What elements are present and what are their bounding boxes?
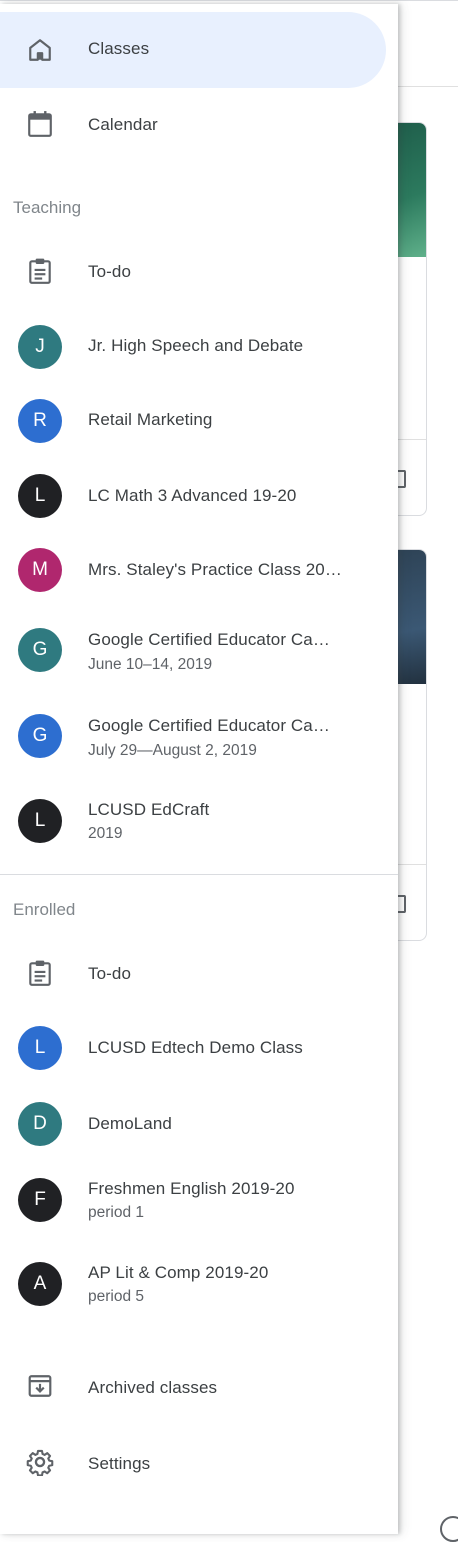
nav-item-settings[interactable]: Settings xyxy=(0,1426,386,1500)
nav-item-class[interactable]: G Google Certified Educator Ca… July 29—… xyxy=(0,694,386,780)
class-avatar: L xyxy=(18,474,62,518)
class-avatar: J xyxy=(18,325,62,369)
nav-item-label: Calendar xyxy=(88,115,158,134)
class-avatar: R xyxy=(18,399,62,443)
nav-item-teaching-todo[interactable]: To-do xyxy=(0,234,386,308)
nav-item-class[interactable]: L LCUSD Edtech Demo Class xyxy=(0,1012,386,1086)
nav-item-label: Settings xyxy=(88,1454,151,1473)
class-avatar: F xyxy=(18,1178,62,1222)
gear-icon xyxy=(18,1440,62,1484)
class-name: Mrs. Staley's Practice Class 20… xyxy=(88,560,342,579)
class-avatar: A xyxy=(18,1262,62,1306)
nav-item-classes[interactable]: Classes xyxy=(0,12,386,88)
nav-item-class[interactable]: L LCUSD EdCraft 2019 xyxy=(0,780,386,866)
nav-item-class[interactable]: M Mrs. Staley's Practice Class 20… xyxy=(0,534,386,608)
class-section: 2019 xyxy=(88,825,123,842)
nav-item-calendar[interactable]: Calendar xyxy=(0,88,386,164)
class-name: AP Lit & Comp 2019-20 xyxy=(88,1263,269,1282)
class-name: Freshmen English 2019-20 xyxy=(88,1179,295,1198)
class-avatar: L xyxy=(18,1026,62,1070)
nav-item-enrolled-todo[interactable]: To-do xyxy=(0,936,386,1010)
home-icon xyxy=(18,28,62,72)
class-name: LC Math 3 Advanced 19-20 xyxy=(88,486,297,505)
nav-item-label: Archived classes xyxy=(88,1378,218,1397)
nav-item-label: To-do xyxy=(88,964,132,983)
nav-item-label: To-do xyxy=(88,262,132,281)
section-title-teaching: Teaching xyxy=(13,198,82,217)
nav-item-label: Classes xyxy=(88,39,150,58)
nav-item-class[interactable]: R Retail Marketing xyxy=(0,384,386,458)
clipboard-icon xyxy=(18,951,62,995)
nav-item-class[interactable]: D DemoLand xyxy=(0,1088,386,1162)
class-avatar: G xyxy=(18,628,62,672)
nav-item-archived-classes[interactable]: Archived classes xyxy=(0,1350,386,1424)
nav-item-class[interactable]: F Freshmen English 2019-20 period 1 xyxy=(0,1162,386,1246)
class-name: Google Certified Educator Ca… xyxy=(88,716,330,735)
class-name: DemoLand xyxy=(88,1114,172,1133)
calendar-icon xyxy=(18,102,62,146)
section-divider xyxy=(0,874,398,875)
class-name: Retail Marketing xyxy=(88,410,213,429)
nav-item-class[interactable]: G Google Certified Educator Ca… June 10–… xyxy=(0,608,386,694)
page-top-border xyxy=(0,0,458,1)
class-name: LCUSD Edtech Demo Class xyxy=(88,1038,303,1057)
nav-item-class[interactable]: J Jr. High Speech and Debate xyxy=(0,310,386,384)
clipboard-icon xyxy=(18,249,62,293)
help-icon[interactable] xyxy=(440,1516,458,1542)
page-header-divider xyxy=(398,86,458,87)
class-section: June 10–14, 2019 xyxy=(88,656,213,673)
class-avatar: L xyxy=(18,799,62,843)
navigation-drawer: Classes Calendar Teaching To-do J Jr. Hi… xyxy=(0,4,398,1534)
class-avatar: D xyxy=(18,1102,62,1146)
class-section: period 1 xyxy=(88,1204,145,1221)
class-name: Google Certified Educator Ca… xyxy=(88,630,330,649)
nav-item-class[interactable]: L LC Math 3 Advanced 19-20 xyxy=(0,460,386,534)
nav-item-class[interactable]: A AP Lit & Comp 2019-20 period 5 xyxy=(0,1246,386,1330)
class-section: July 29—August 2, 2019 xyxy=(88,742,257,759)
class-name: Jr. High Speech and Debate xyxy=(88,336,304,355)
section-title-enrolled: Enrolled xyxy=(13,900,76,919)
class-name: LCUSD EdCraft xyxy=(88,800,210,819)
class-avatar: G xyxy=(18,714,62,758)
archive-icon xyxy=(18,1364,62,1408)
class-section: period 5 xyxy=(88,1288,145,1305)
class-avatar: M xyxy=(18,548,62,592)
